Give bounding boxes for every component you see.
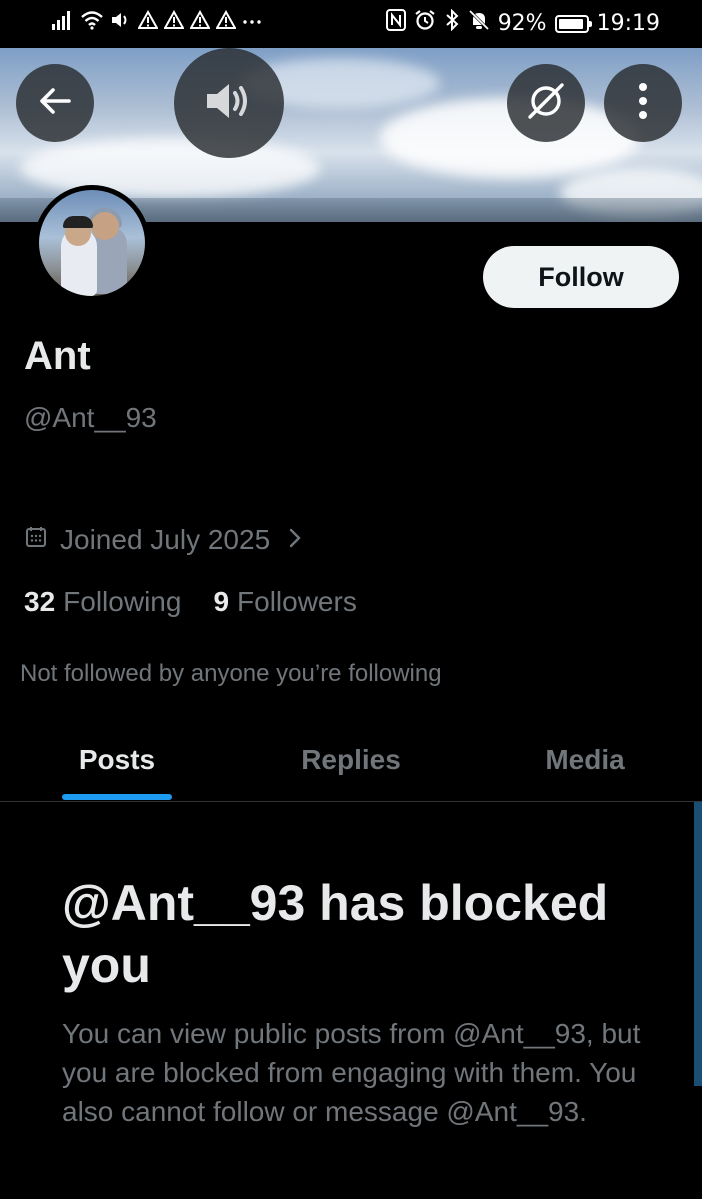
signal-icon (52, 10, 74, 38)
display-name: Ant (24, 334, 91, 378)
speaker-icon (203, 79, 255, 128)
warning-icon (215, 9, 237, 38)
warning-icon (137, 9, 159, 38)
blocked-title: @Ant__93 has blocked you (62, 875, 609, 993)
sound-toggle-button[interactable] (174, 48, 284, 158)
alarm-icon (414, 9, 436, 39)
tab-replies[interactable]: Replies (234, 720, 468, 800)
warning-icon (163, 9, 185, 38)
more-vertical-icon (637, 81, 649, 126)
chevron-right-icon (288, 525, 302, 556)
joined-date-row[interactable]: Joined July 2025 (24, 520, 302, 560)
arrow-left-icon (37, 85, 73, 122)
mutual-followers-note: Not followed by anyone you’re following (20, 660, 442, 687)
battery-level (558, 19, 583, 29)
volume-icon (110, 10, 132, 38)
follow-stats: 32 Following 9 Followers (24, 582, 357, 622)
followers-link[interactable]: 9 Followers (213, 586, 356, 618)
user-handle: @Ant__93 (24, 402, 157, 433)
avatar-photo (39, 190, 145, 296)
active-tab-indicator (62, 794, 172, 800)
following-count: 32 (24, 586, 56, 617)
grok-icon (524, 79, 568, 128)
avatar-figure (91, 212, 119, 240)
following-link[interactable]: 32 Following (24, 586, 181, 618)
status-right: 92% 19:19 (385, 8, 660, 39)
tab-media[interactable]: Media (468, 720, 702, 800)
status-bar: 92% 19:19 (0, 0, 702, 48)
followers-count: 9 (213, 586, 230, 617)
more-options-button[interactable] (604, 64, 682, 142)
following-label: Following (63, 586, 182, 617)
banner-cloud (20, 138, 320, 198)
status-left (52, 9, 262, 38)
followers-label: Followers (237, 586, 357, 617)
profile-tabs: Posts Replies Media (0, 720, 702, 802)
battery-icon (554, 15, 592, 33)
tab-posts[interactable]: Posts (0, 720, 234, 800)
more-dots-icon (242, 10, 262, 38)
warning-icon (189, 9, 211, 38)
calendar-icon (24, 524, 48, 556)
nfc-icon (385, 9, 406, 39)
blocked-message: You can view public posts from @Ant__93,… (62, 1018, 641, 1127)
grok-button[interactable] (507, 64, 585, 142)
avatar[interactable] (34, 185, 150, 301)
back-button[interactable] (16, 64, 94, 142)
follow-button[interactable]: Follow (483, 246, 679, 308)
avatar-figure (63, 216, 93, 228)
battery-percent: 92% (497, 11, 547, 36)
wifi-icon (80, 10, 104, 38)
clock: 19:19 (596, 11, 660, 36)
mute-icon (468, 9, 490, 39)
scrollbar[interactable] (694, 802, 702, 1086)
bluetooth-icon (444, 8, 460, 39)
joined-date-text: Joined July 2025 (60, 524, 271, 555)
